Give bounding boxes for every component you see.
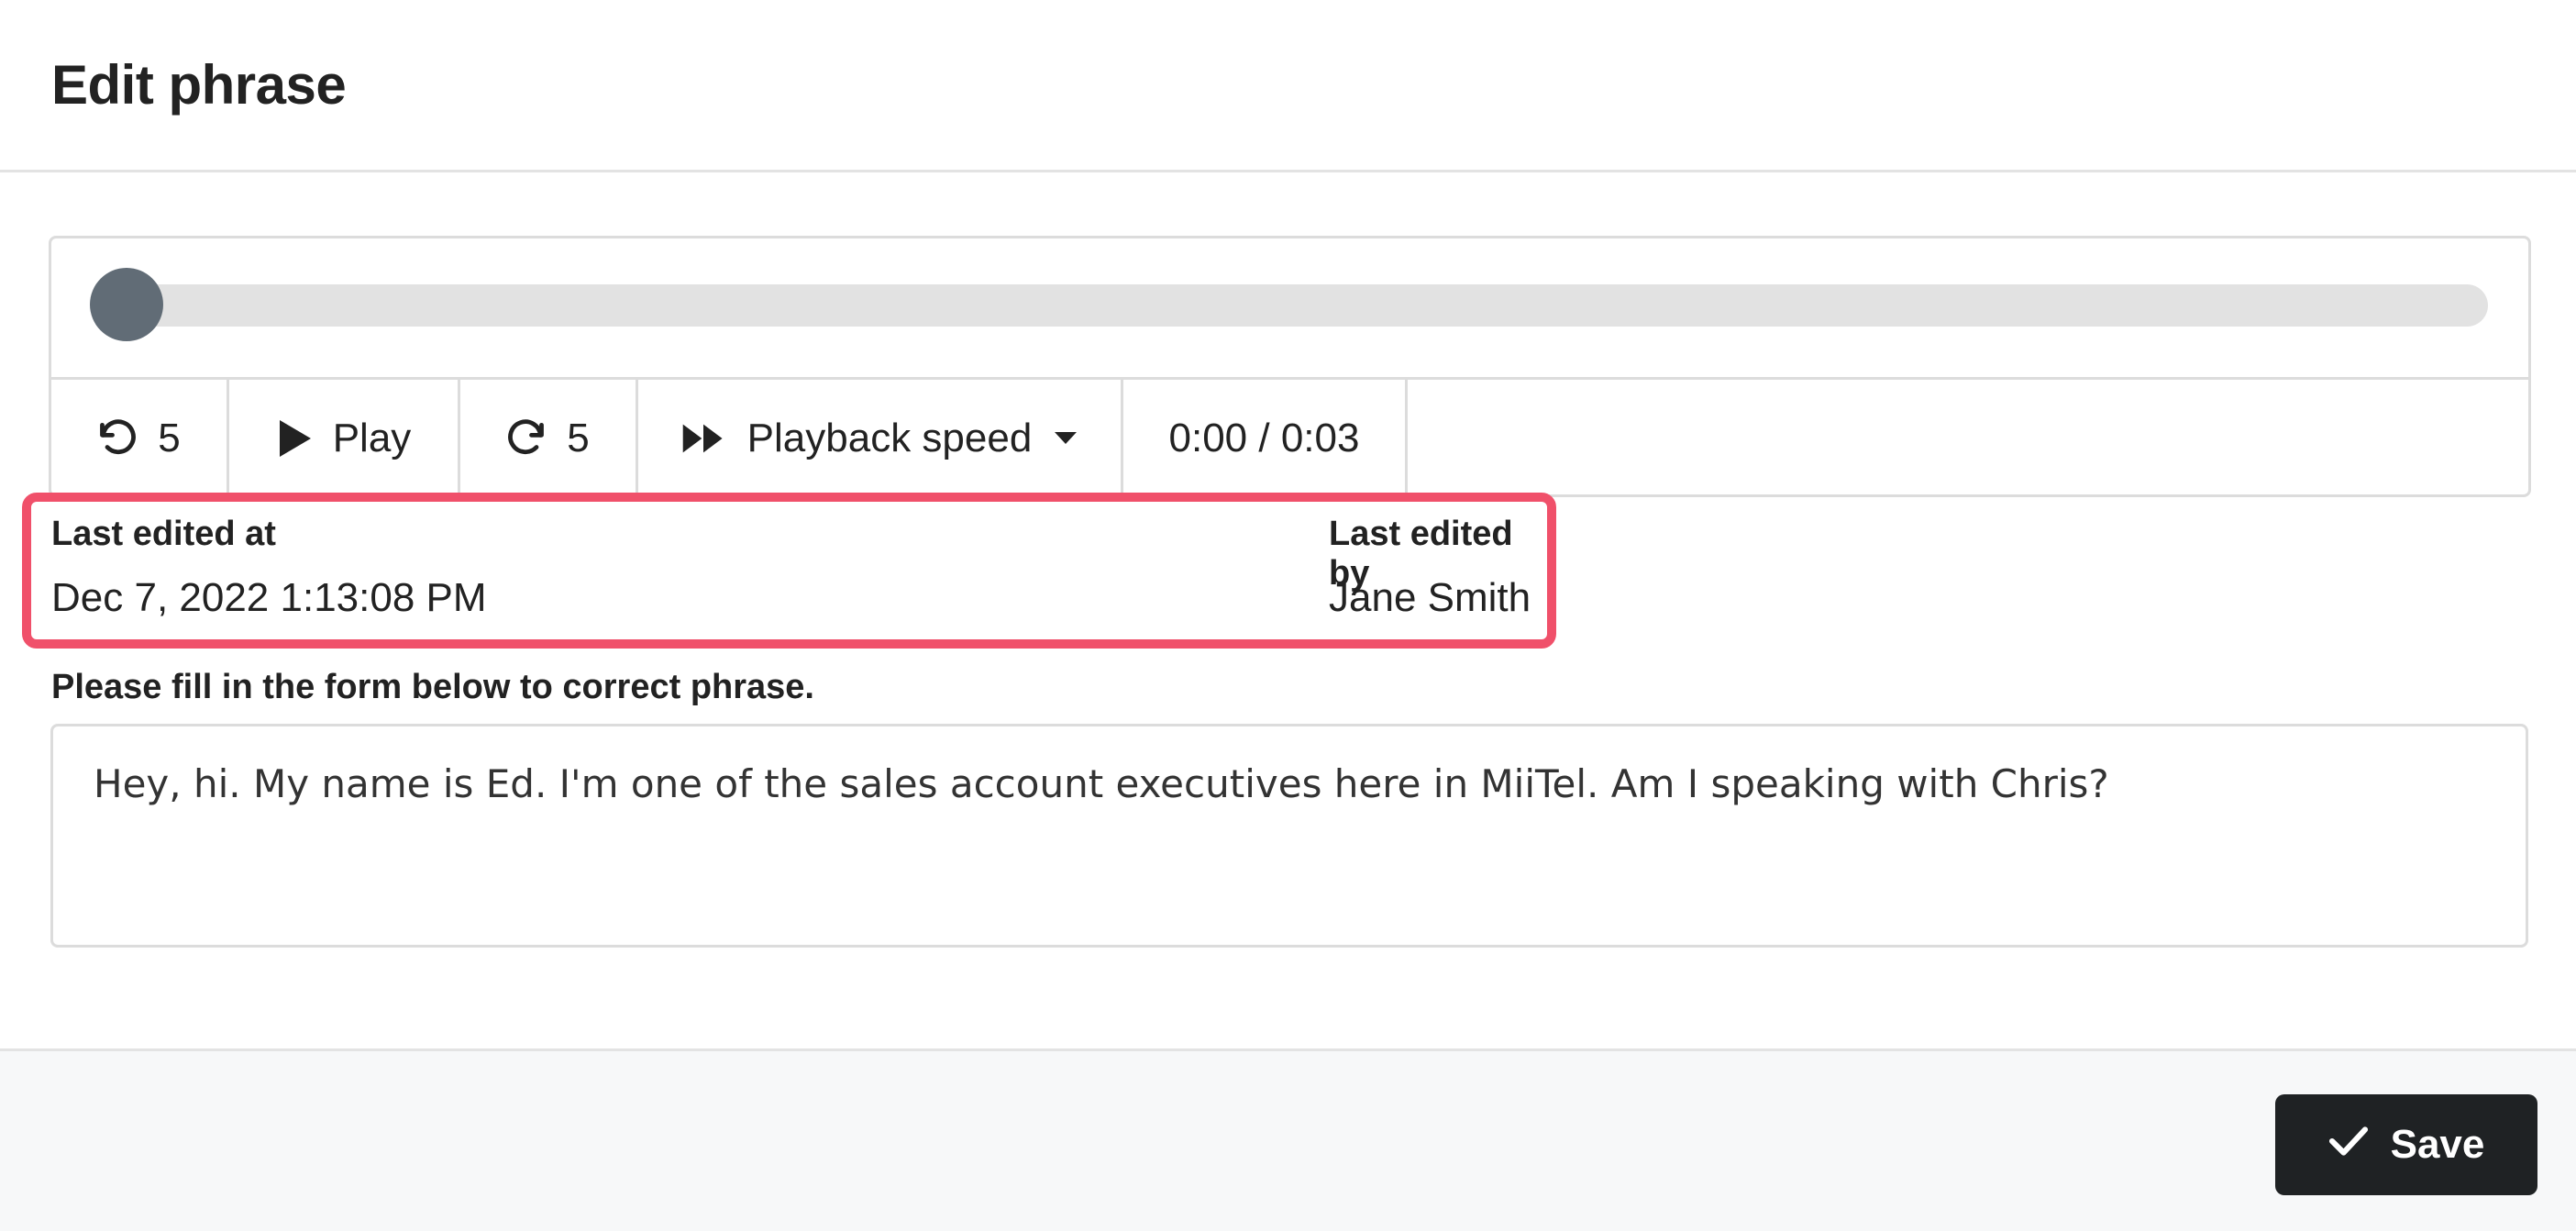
save-label: Save <box>2390 1122 2485 1167</box>
forward-seconds: 5 <box>567 416 590 460</box>
rotate-cw-icon <box>506 418 547 459</box>
playback-speed-dropdown[interactable]: Playback speed <box>638 380 1123 497</box>
rewind-seconds: 5 <box>158 416 181 460</box>
last-edited-info: Last edited at Dec 7, 2022 1:13:08 PM La… <box>22 493 1556 649</box>
audio-player: 5 Play 5 Playback speed 0:00 / 0:03 <box>49 236 2531 497</box>
play-button[interactable]: Play <box>229 380 460 497</box>
form-instruction: Please fill in the form below to correct… <box>51 668 814 706</box>
time-display: 0:00 / 0:03 <box>1123 380 1408 497</box>
seek-area <box>51 238 2528 380</box>
rotate-ccw-icon <box>97 418 138 459</box>
play-icon <box>276 418 313 459</box>
phrase-textarea[interactable]: Hey, hi. My name is Ed. I'm one of the s… <box>50 724 2528 948</box>
save-button[interactable]: Save <box>2275 1094 2537 1195</box>
player-controls: 5 Play 5 Playback speed 0:00 / 0:03 <box>51 380 2528 497</box>
caret-down-icon <box>1054 431 1078 446</box>
last-edited-at-label: Last edited at <box>51 515 276 553</box>
last-edited-by-value: Jane Smith <box>1329 575 1531 620</box>
seek-thumb[interactable] <box>90 268 163 341</box>
play-label: Play <box>332 416 412 460</box>
page-title: Edit phrase <box>51 54 347 116</box>
last-edited-at-value: Dec 7, 2022 1:13:08 PM <box>51 575 487 620</box>
rewind-button[interactable]: 5 <box>51 380 229 497</box>
seek-track[interactable] <box>130 284 2488 327</box>
check-icon <box>2328 1122 2369 1168</box>
playback-speed-label: Playback speed <box>746 416 1033 460</box>
forward-button[interactable]: 5 <box>460 380 638 497</box>
edit-phrase-modal: Edit phrase 5 Play 5 Playback speed 0:00… <box>0 0 2576 1231</box>
modal-header: Edit phrase <box>0 0 2576 172</box>
modal-footer: Save <box>0 1048 2576 1231</box>
fast-forward-icon <box>681 422 725 455</box>
